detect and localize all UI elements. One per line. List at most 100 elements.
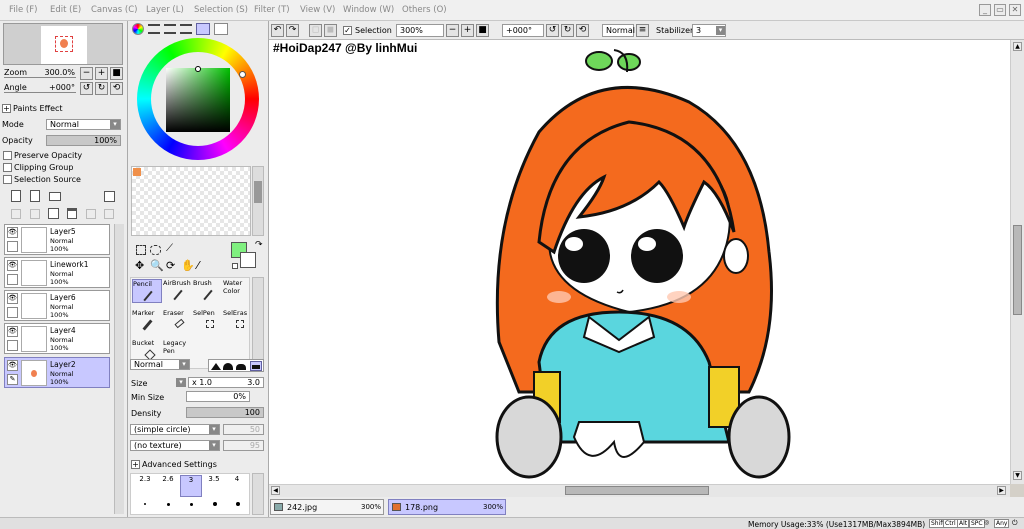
vertical-scroll-thumb[interactable] [1013, 225, 1022, 315]
brush-shape-round-icon[interactable] [223, 363, 233, 370]
layer-row[interactable]: 👁 Layer6 Normal 100% [4, 290, 110, 321]
move-icon[interactable]: ✥ [135, 259, 144, 272]
density-slider[interactable]: 100 [186, 407, 264, 418]
toolbar-zoom-reset-button[interactable]: ■ [476, 24, 489, 37]
chevron-down-icon[interactable]: ▾ [179, 360, 189, 369]
size-preset-selected[interactable]: 3 [180, 475, 202, 497]
selpen-tool[interactable]: SelPen [193, 309, 223, 333]
size-preset-scrollbar[interactable] [252, 473, 264, 515]
layer-list-scrollbar[interactable] [114, 224, 124, 514]
texture-select[interactable]: (no texture) [130, 440, 220, 451]
seleras-tool[interactable]: SelEras [223, 309, 251, 333]
watercolor-tool[interactable]: Water Color [223, 279, 251, 303]
swatch-cell[interactable] [133, 168, 141, 176]
clipping-group-checkbox[interactable] [3, 163, 12, 172]
size-dot-icon[interactable] [190, 503, 193, 506]
canvas-horizontal-scrollbar[interactable]: ◀ ▶ [269, 484, 1010, 497]
layer-lock-box[interactable] [7, 241, 18, 252]
clear-layer-icon[interactable] [48, 208, 59, 219]
zoom-out-button[interactable]: − [80, 67, 93, 80]
saturation-value-square[interactable] [166, 68, 230, 132]
eye-icon[interactable]: 👁 [7, 326, 18, 337]
toolbar-rotate-right-button[interactable]: ↻ [561, 24, 574, 37]
flip-view-button[interactable]: ≡ [636, 24, 649, 37]
eye-icon[interactable]: 👁 [7, 260, 18, 271]
rotate-left-button[interactable]: ↺ [80, 82, 93, 95]
layer-lock-box[interactable] [7, 307, 18, 318]
eyedropper-icon[interactable]: ⁄ [197, 259, 199, 272]
swatch-scroll-thumb[interactable] [254, 181, 262, 203]
brush-shape-selector[interactable] [208, 359, 264, 372]
menu-others[interactable]: Others (O) [402, 5, 447, 15]
plus-icon[interactable]: + [131, 460, 140, 469]
swap-colors-icon[interactable]: ↷ [255, 240, 263, 250]
hand-icon[interactable]: ✋ [181, 259, 195, 272]
opacity-slider[interactable]: 100% [46, 135, 121, 146]
canvas-vertical-scrollbar[interactable]: ▲ ▼ [1010, 40, 1024, 484]
layer-mask-icon[interactable] [104, 191, 115, 202]
swatch-tab-icon[interactable] [196, 23, 210, 35]
gray-slider-tab-icon[interactable] [180, 24, 192, 34]
rotate-tool-icon[interactable]: ⟳ [166, 259, 175, 272]
preserve-opacity-checkbox[interactable] [3, 151, 12, 160]
tool-grid-scrollbar[interactable] [252, 277, 264, 369]
document-tab-active[interactable]: 178.png 300% [388, 499, 506, 515]
eye-icon[interactable]: 👁 [7, 360, 18, 371]
scratchpad-tab-icon[interactable] [214, 23, 228, 35]
selection-checkbox[interactable]: ✓ [343, 26, 352, 35]
toolbar-rotate-reset-button[interactable]: ⟲ [576, 24, 589, 37]
chevron-down-icon[interactable]: ▾ [716, 26, 725, 35]
restore-button[interactable]: ▭ [994, 4, 1006, 16]
selection-source-checkbox[interactable] [3, 175, 12, 184]
menu-file[interactable]: File (F) [9, 5, 37, 15]
close-button[interactable]: ✕ [1009, 4, 1021, 16]
scroll-right-arrow-icon[interactable]: ▶ [997, 486, 1006, 495]
transparent-color-icon[interactable] [232, 263, 238, 269]
advanced-settings-label[interactable]: Advanced Settings [142, 460, 217, 469]
size-dot-icon[interactable] [167, 503, 170, 506]
rect-select-icon[interactable] [136, 245, 146, 255]
hsv-slider-tab-icon[interactable] [164, 24, 176, 34]
minimize-button[interactable]: _ [979, 4, 991, 16]
layer-row-selected[interactable]: 👁 ✎ Layer2 Normal 100% [4, 357, 110, 388]
chevron-down-icon[interactable]: ▾ [209, 441, 219, 450]
zoom-tool-icon[interactable]: 🔍 [150, 259, 164, 272]
redo-button[interactable]: ↷ [286, 24, 299, 37]
new-folder-icon[interactable] [49, 192, 61, 201]
toolbar-rotate-left-button[interactable]: ↺ [546, 24, 559, 37]
lasso-icon[interactable] [150, 245, 161, 255]
zoom-reset-button[interactable]: ■ [110, 67, 123, 80]
navigator-preview[interactable] [3, 23, 123, 65]
size-field[interactable]: x 1.0 3.0 [188, 377, 264, 388]
layer-lock-box[interactable] [7, 274, 18, 285]
new-layer-icon[interactable] [11, 190, 21, 202]
layer-row[interactable]: 👁 Layer4 Normal 100% [4, 323, 110, 354]
min-size-slider[interactable]: 0% [186, 391, 250, 402]
brush-shape-soft-icon[interactable] [236, 364, 246, 370]
menu-layer[interactable]: Layer (L) [146, 5, 184, 15]
horizontal-scroll-thumb[interactable] [565, 486, 709, 495]
brush-shape-flat-icon[interactable] [250, 361, 262, 371]
angle-slider[interactable] [4, 92, 76, 93]
scroll-up-arrow-icon[interactable]: ▲ [1013, 42, 1022, 51]
rgb-slider-tab-icon[interactable] [148, 24, 160, 34]
brush-icon[interactable]: ✎ [7, 374, 18, 385]
size-preset[interactable]: 3.5 [203, 475, 225, 497]
color-wheel-tab-icon[interactable] [132, 23, 144, 35]
chevron-down-icon[interactable]: ▾ [110, 120, 120, 129]
sv-picker-handle[interactable] [195, 66, 201, 72]
airbrush-tool[interactable]: AirBrush [163, 279, 193, 303]
view-mode-select[interactable]: Normal [602, 24, 635, 37]
menu-selection[interactable]: Selection (S) [194, 5, 248, 15]
rotate-right-button[interactable]: ↻ [95, 82, 108, 95]
menu-edit[interactable]: Edit (E) [50, 5, 81, 15]
menu-view[interactable]: View (V) [300, 5, 335, 15]
eye-icon[interactable]: 👁 [7, 293, 18, 304]
zoom-in-button[interactable]: + [95, 67, 108, 80]
drawing-canvas[interactable]: #HoiDap247 @By linhMui [269, 40, 1010, 484]
size-dot-icon[interactable] [236, 502, 240, 506]
marker-tool[interactable]: Marker [132, 309, 162, 333]
size-preset[interactable]: 2.6 [157, 475, 179, 497]
size-range-dropdown[interactable]: ▾ [176, 378, 186, 387]
layer-row[interactable]: 👁 Layer5 Normal 100% [4, 224, 110, 255]
